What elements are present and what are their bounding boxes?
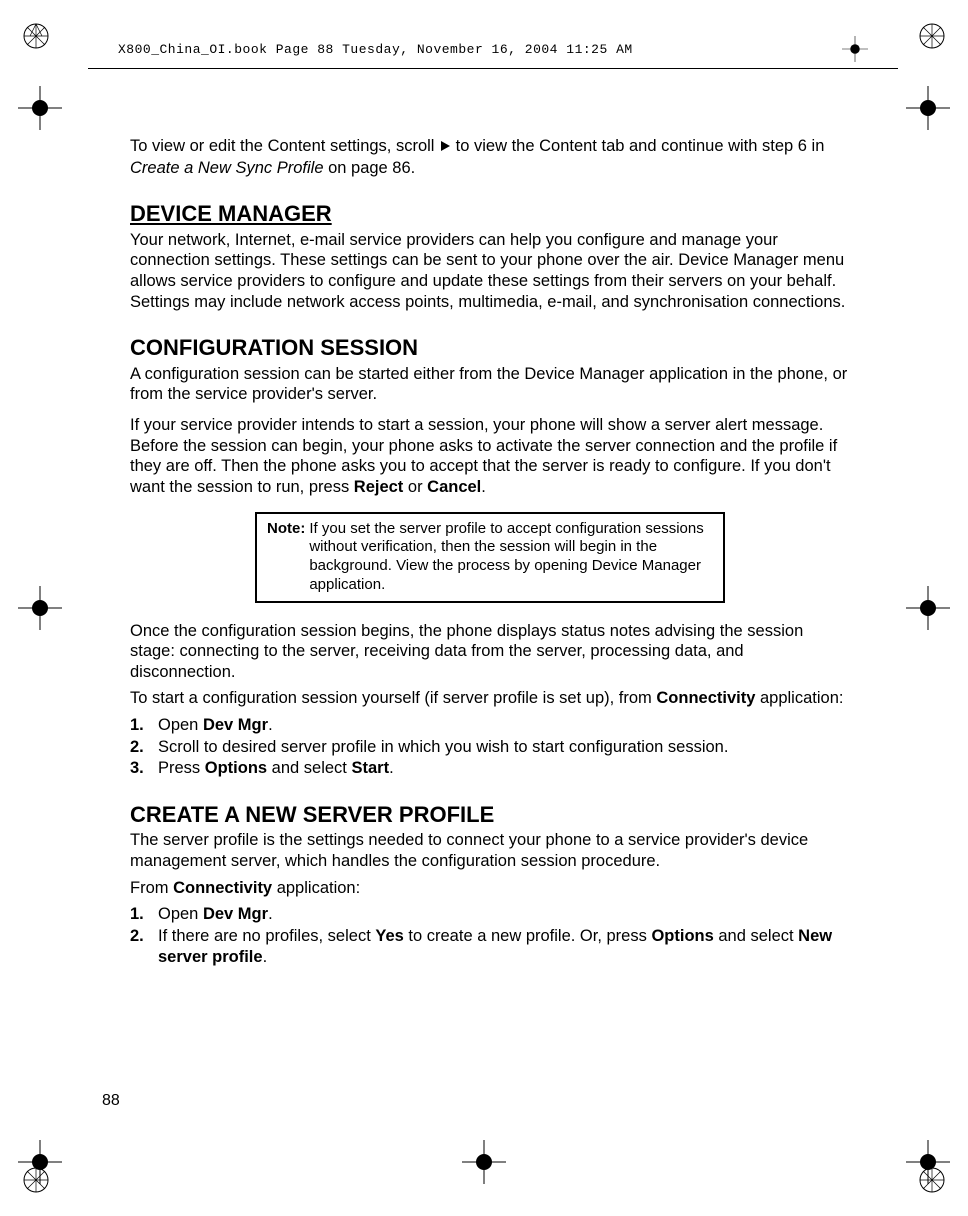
crop-mark-icon [906, 1140, 950, 1184]
registration-mark-icon [22, 22, 50, 50]
note-text: If you set the server profile to accept … [309, 520, 713, 595]
crop-mark-icon [462, 1140, 506, 1184]
header-text: X800_China_OI.book Page 88 Tuesday, Nove… [118, 42, 633, 57]
page-content: To view or edit the Content settings, sc… [130, 136, 850, 968]
crop-mark-icon [18, 586, 62, 630]
config-session-p1: A configuration session can be started e… [130, 364, 850, 405]
config-session-p2: If your service provider intends to star… [130, 415, 850, 498]
config-session-p3: Once the configuration session begins, t… [130, 621, 850, 683]
config-steps-list: 1. Open Dev Mgr. 2. Scroll to desired se… [130, 715, 850, 779]
intro-paragraph: To view or edit the Content settings, sc… [130, 136, 850, 178]
server-steps-list: 1. Open Dev Mgr. 2. If there are no prof… [130, 904, 850, 967]
crop-mark-icon [18, 86, 62, 130]
list-item: 2. If there are no profiles, select Yes … [130, 926, 850, 967]
device-manager-p1: Your network, Internet, e-mail service p… [130, 230, 850, 313]
crop-mark-icon [906, 586, 950, 630]
list-item: 3. Press Options and select Start. [130, 758, 850, 779]
heading-server-profile: CREATE A NEW SERVER PROFILE [130, 801, 850, 829]
right-arrow-icon [439, 137, 451, 158]
crop-mark-icon [842, 36, 868, 62]
heading-device-manager: DEVICE MANAGER [130, 200, 850, 228]
server-profile-p2: From Connectivity application: [130, 878, 850, 899]
page-header: X800_China_OI.book Page 88 Tuesday, Nove… [88, 36, 898, 69]
page-number: 88 [102, 1092, 120, 1110]
list-item: 1. Open Dev Mgr. [130, 715, 850, 736]
note-box: Note: If you set the server profile to a… [255, 512, 725, 603]
list-item: 1. Open Dev Mgr. [130, 904, 850, 925]
crop-mark-icon [18, 1140, 62, 1184]
server-profile-p1: The server profile is the settings neede… [130, 830, 850, 871]
registration-mark-icon [918, 22, 946, 50]
note-label: Note: [267, 520, 305, 595]
config-session-p4: To start a configuration session yoursel… [130, 688, 850, 709]
list-item: 2. Scroll to desired server profile in w… [130, 737, 850, 758]
heading-config-session: CONFIGURATION SESSION [130, 334, 850, 362]
crop-mark-icon [906, 86, 950, 130]
